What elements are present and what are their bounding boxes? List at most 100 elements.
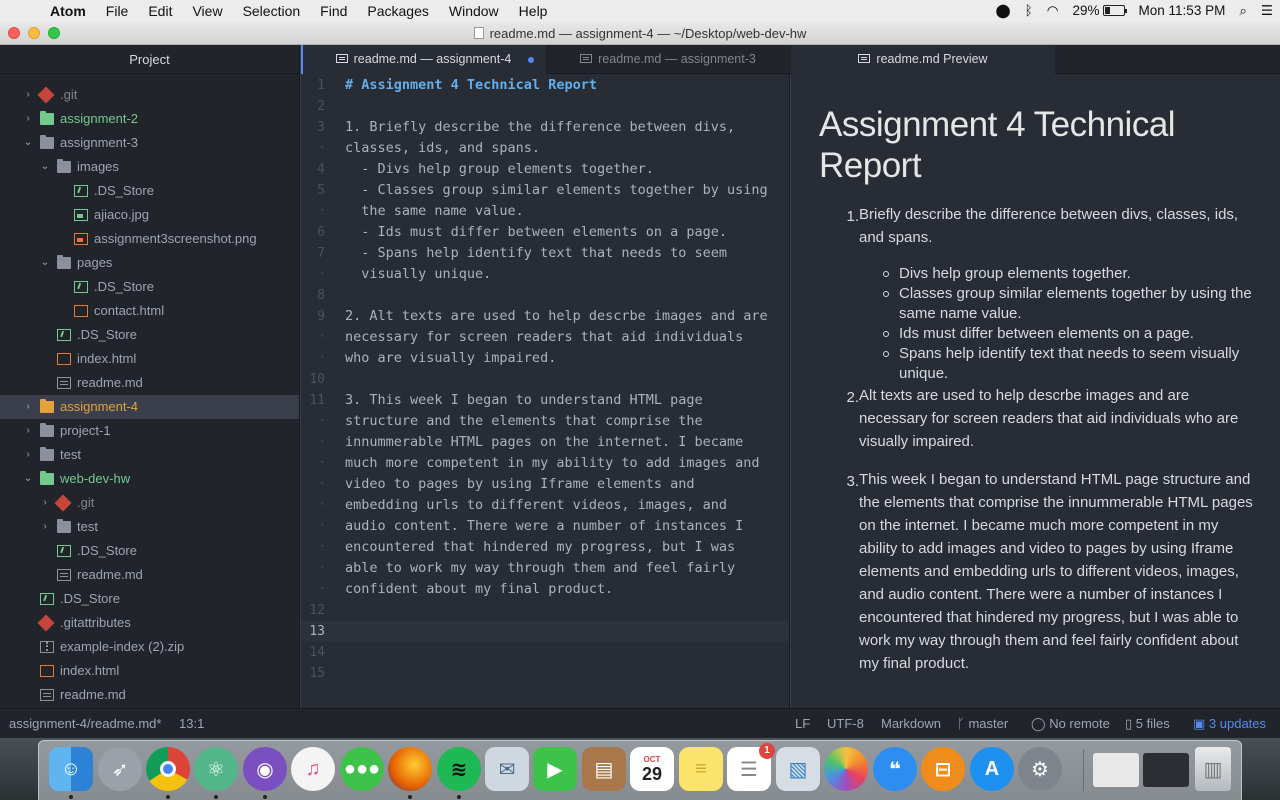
editor-line[interactable]: 7 - Spans help identify text that needs … [301, 243, 789, 264]
tree-view-header[interactable]: Project [0, 45, 299, 74]
tree-item[interactable]: contact.html [0, 299, 299, 323]
preview-app-icon[interactable]: ▧ [776, 747, 820, 791]
editor-line[interactable]: 4 - Divs help group elements together. [301, 159, 789, 180]
cursor-line[interactable]: 13 [301, 621, 789, 642]
tree-item[interactable]: .gitattributes [0, 611, 299, 635]
launchpad-icon[interactable]: ➶ [98, 747, 142, 791]
menu-selection[interactable]: Selection [233, 0, 311, 22]
menu-help[interactable]: Help [509, 0, 558, 22]
menu-find[interactable]: Find [310, 0, 357, 22]
editor-line[interactable]: • necessary for screen readers that aid i… [301, 327, 789, 348]
editor-line[interactable]: • embedding urls to different videos, ima… [301, 495, 789, 516]
editor-line[interactable]: • much more competent in my ability to ad… [301, 453, 789, 474]
firefox-icon[interactable] [388, 747, 432, 791]
editor-line[interactable]: • confident about my final product. [301, 579, 789, 600]
menu-app-atom[interactable]: Atom [40, 0, 96, 22]
finder-icon[interactable]: ☺ [49, 747, 93, 791]
tab-readme-assignment-4[interactable]: readme.md — assignment-4 [301, 45, 546, 74]
status-git-branch[interactable]: ᚴ master [957, 709, 1008, 739]
itunes-icon[interactable]: ♫ [291, 747, 335, 791]
editor-line[interactable]: • visually unique. [301, 264, 789, 285]
tree-item[interactable]: ajiaco.jpg [0, 203, 299, 227]
menu-packages[interactable]: Packages [357, 0, 438, 22]
tree-item[interactable]: .DS_Store [0, 179, 299, 203]
mail-icon[interactable]: ✉ [485, 747, 529, 791]
messages-bubble-icon[interactable]: ❝ [873, 747, 917, 791]
chevron-down-icon[interactable]: ⌄ [22, 467, 34, 491]
chevron-right-icon[interactable]: › [22, 443, 34, 467]
tree-item[interactable]: ⌄ web-dev-hw [0, 467, 299, 491]
editor-line[interactable]: 6 - Ids must differ between elements on … [301, 222, 789, 243]
status-grammar[interactable]: Markdown [881, 709, 941, 739]
status-updates[interactable]: ▣ 3 updates [1193, 709, 1266, 739]
tree-item[interactable]: .DS_Store [0, 275, 299, 299]
status-remote[interactable]: ◯ No remote [1031, 709, 1110, 739]
zoom-window-button[interactable] [48, 27, 60, 39]
minimize-window-button[interactable] [28, 27, 40, 39]
trash-icon[interactable]: ▥ [1195, 747, 1231, 791]
clock[interactable]: Mon 11:53 PM [1132, 0, 1233, 22]
tree-item[interactable]: .DS_Store [0, 587, 299, 611]
status-files[interactable]: ▯ 5 files [1125, 709, 1170, 739]
editor-line[interactable]: • video to pages by using Iframe elements… [301, 474, 789, 495]
editor-line[interactable]: • innummerable HTML pages on the internet… [301, 432, 789, 453]
tree-item[interactable]: › assignment-4 [0, 395, 299, 419]
reminders-icon[interactable]: ☰ 1 [727, 743, 775, 791]
tree-item[interactable]: › .git [0, 491, 299, 515]
notification-center-icon[interactable]: ☰ [1254, 0, 1280, 22]
wifi-icon[interactable]: ◠ [1040, 0, 1066, 22]
text-editor[interactable]: 1 # Assignment 4 Technical Report 2 3 1. Bri… [301, 74, 790, 708]
notes-icon[interactable]: ≡ [679, 747, 723, 791]
menu-view[interactable]: View [182, 0, 232, 22]
chevron-right-icon[interactable]: › [22, 419, 34, 443]
tree-item[interactable]: readme.md [0, 563, 299, 587]
ibooks-icon[interactable]: ⊟ [921, 747, 965, 791]
tree-item[interactable]: › .git [0, 83, 299, 107]
tree-item[interactable]: .DS_Store [0, 323, 299, 347]
tree-item[interactable]: index.html [0, 347, 299, 371]
editor-line[interactable]: 5 - Classes group similar elements toget… [301, 180, 789, 201]
editor-line[interactable]: 1 # Assignment 4 Technical Report [301, 75, 789, 96]
editor-line[interactable]: 11 3. This week I began to understand HTM… [301, 390, 789, 411]
spotify-icon[interactable]: ≋ [437, 747, 481, 791]
editor-line[interactable]: 9 2. Alt texts are used to help descrbe i… [301, 306, 789, 327]
editor-line[interactable]: • able to work my way through them and fe… [301, 558, 789, 579]
tree-item[interactable]: ⌄ assignment-3 [0, 131, 299, 155]
tree-item[interactable]: readme.md [0, 371, 299, 395]
modified-indicator-icon[interactable] [528, 57, 534, 63]
calendar-icon[interactable]: OCT 29 [630, 747, 674, 791]
minimized-window-thumbnail[interactable] [1093, 753, 1139, 787]
spotlight-search-icon[interactable]: ⌕ [1232, 0, 1254, 22]
editor-line[interactable]: • structure and the elements that compris… [301, 411, 789, 432]
tree-item[interactable]: › test [0, 515, 299, 539]
github-desktop-icon[interactable]: ◉ [243, 747, 287, 791]
tree-item[interactable]: index.html [0, 659, 299, 683]
photos-icon[interactable] [824, 747, 868, 791]
editor-line[interactable]: • audio content. There were a number of i… [301, 516, 789, 537]
editor-line[interactable]: 8 [301, 285, 789, 306]
status-line-ending[interactable]: LF [795, 709, 810, 739]
tree-item[interactable]: example-index (2).zip [0, 635, 299, 659]
editor-line[interactable]: 3 1. Briefly describe the difference betw… [301, 117, 789, 138]
editor-line[interactable]: • who are visually impaired. [301, 348, 789, 369]
editor-line[interactable]: • the same name value. [301, 201, 789, 222]
chevron-right-icon[interactable]: › [22, 83, 34, 107]
chrome-icon[interactable] [146, 747, 190, 791]
close-window-button[interactable] [8, 27, 20, 39]
menu-window[interactable]: Window [439, 0, 509, 22]
tree-item[interactable]: › project-1 [0, 419, 299, 443]
status-file-path[interactable]: assignment-4/readme.md* [9, 709, 161, 739]
chevron-right-icon[interactable]: › [39, 491, 51, 515]
tab-readme-assignment-3[interactable]: readme.md — assignment-3 [546, 45, 790, 74]
system-preferences-icon[interactable]: ⚙ [1018, 747, 1062, 791]
editor-line[interactable]: • encountered that hindered my progress, … [301, 537, 789, 558]
contacts-icon[interactable]: ▤ [582, 747, 626, 791]
menu-file[interactable]: File [96, 0, 139, 22]
facetime-icon[interactable]: ▶ [533, 747, 577, 791]
editor-line[interactable]: 12 [301, 600, 789, 621]
creative-cloud-icon[interactable]: ⬤ [989, 0, 1018, 22]
editor-line[interactable]: • classes, ids, and spans. [301, 138, 789, 159]
tab-readme-preview[interactable]: readme.md Preview [791, 45, 1055, 74]
tree-item[interactable]: .DS_Store [0, 539, 299, 563]
messages-icon[interactable]: ●●● [340, 747, 384, 791]
